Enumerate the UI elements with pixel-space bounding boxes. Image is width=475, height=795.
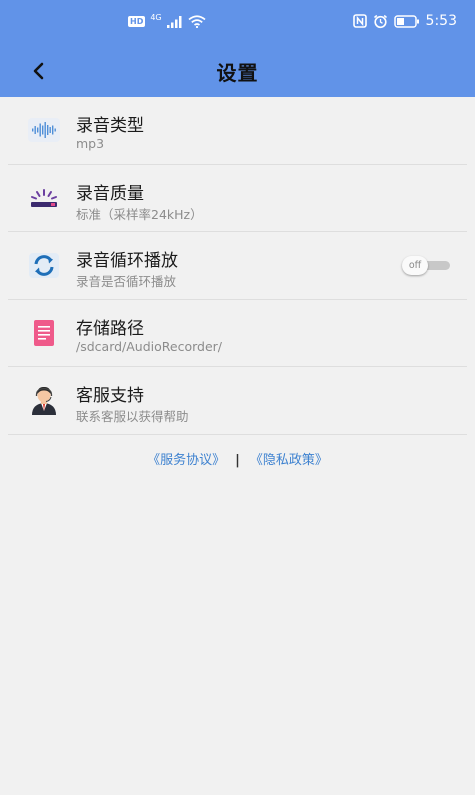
setting-value: mp3 xyxy=(76,136,105,151)
document-icon xyxy=(26,317,62,349)
setting-customer-support[interactable]: 客服支持 联系客服以获得帮助 xyxy=(8,367,467,435)
settings-list: 录音类型 mp3 录音质量 标准（采样率24kHz） 录音循环播放 录音是否循环… xyxy=(0,97,475,435)
support-agent-icon xyxy=(26,384,62,416)
setting-record-quality[interactable]: 录音质量 标准（采样率24kHz） xyxy=(8,165,467,232)
setting-value: /sdcard/AudioRecorder/ xyxy=(76,338,223,354)
setting-title: 录音类型 xyxy=(76,116,144,136)
service-agreement-link[interactable]: 《服务协议》 xyxy=(147,453,225,468)
status-right-group: 5:53 xyxy=(352,13,457,29)
wifi-icon xyxy=(188,15,206,28)
waveform-icon xyxy=(26,114,62,146)
loop-icon xyxy=(26,249,62,281)
hd-badge: HD xyxy=(128,16,146,27)
setting-value: 联系客服以获得帮助 xyxy=(76,409,189,424)
app-header: HD 4G 5:53 设置 xyxy=(0,0,475,97)
network-type: 4G xyxy=(150,13,162,22)
status-time: 5:53 xyxy=(425,13,457,29)
setting-title: 录音质量 xyxy=(76,183,144,204)
alarm-icon xyxy=(373,14,387,28)
page-title: 设置 xyxy=(216,61,259,85)
setting-value: 标准（采样率24kHz） xyxy=(76,206,203,222)
setting-storage-path[interactable]: 存储路径 /sdcard/AudioRecorder/ xyxy=(8,300,467,367)
status-bar: HD 4G 5:53 xyxy=(0,0,475,44)
setting-title: 录音循环播放 xyxy=(76,251,178,271)
setting-loop-playback[interactable]: 录音循环播放 录音是否循环播放 off xyxy=(8,232,467,300)
status-network-group: HD 4G xyxy=(128,13,206,28)
setting-title: 存储路径 xyxy=(76,318,144,339)
privacy-policy-link[interactable]: 《隐私政策》 xyxy=(250,453,328,468)
link-separator: | xyxy=(235,453,240,468)
nfc-icon xyxy=(352,14,367,28)
signal-icon xyxy=(166,15,182,28)
toggle-knob: off xyxy=(402,256,428,275)
quality-icon xyxy=(26,182,62,214)
setting-value: 录音是否循环播放 xyxy=(76,274,177,289)
battery-icon xyxy=(393,14,419,28)
setting-title: 客服支持 xyxy=(76,386,144,406)
nav-bar: 设置 xyxy=(0,44,475,97)
loop-toggle[interactable]: off xyxy=(402,256,452,276)
legal-links: 《服务协议》 | 《隐私政策》 xyxy=(0,449,475,468)
setting-record-type[interactable]: 录音类型 mp3 xyxy=(8,97,467,165)
